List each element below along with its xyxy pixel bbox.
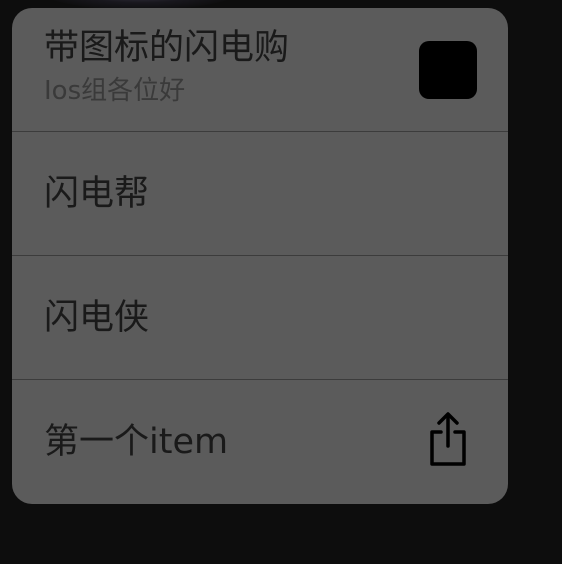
share-icon bbox=[430, 412, 466, 466]
square-icon bbox=[419, 41, 477, 99]
menu-item-title: 闪电帮 bbox=[44, 174, 150, 214]
context-menu: 带图标的闪电购 Ios组各位好 闪电帮 闪电侠 第一个item bbox=[12, 8, 508, 504]
menu-item-lightning-help[interactable]: 闪电帮 bbox=[12, 132, 508, 256]
menu-item-title: 第一个item bbox=[44, 422, 229, 462]
menu-item-first-item[interactable]: 第一个item bbox=[12, 380, 508, 504]
menu-item-lightning-hero[interactable]: 闪电侠 bbox=[12, 256, 508, 380]
menu-item-title: 带图标的闪电购 bbox=[44, 28, 290, 68]
menu-item-subtitle: Ios组各位好 bbox=[44, 76, 186, 106]
menu-item-title: 闪电侠 bbox=[44, 298, 150, 338]
menu-item-lightning-shop[interactable]: 带图标的闪电购 Ios组各位好 bbox=[12, 8, 508, 132]
